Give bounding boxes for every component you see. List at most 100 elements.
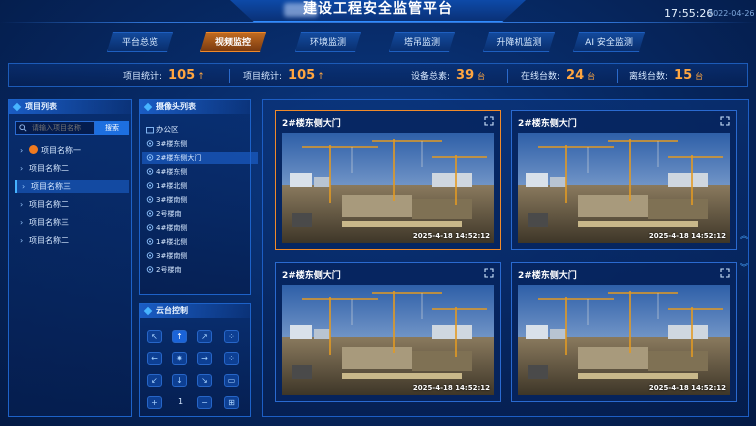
camera-item[interactable]: 4#楼东侧 (142, 166, 258, 178)
ptz-center-button[interactable]: ✷ (172, 352, 187, 365)
panel-header: 项目列表 (9, 100, 131, 114)
fullscreen-icon[interactable] (484, 116, 494, 126)
camera-group[interactable]: 办公区 (142, 124, 258, 136)
ptz-up-left-button[interactable]: ↖ (147, 330, 162, 343)
ptz-screen-icon[interactable]: ▭ (224, 374, 239, 387)
camera-label: 3#楼南侧 (156, 252, 188, 260)
fullscreen-icon[interactable] (720, 268, 730, 278)
zoom-out-button[interactable]: − (197, 396, 212, 409)
video-title: 2#楼东侧大门 (282, 271, 341, 281)
up-arrow-icon: ↑ (317, 72, 325, 82)
project-item[interactable]: › 项目名称二 (15, 234, 129, 247)
stat-value: 105 (288, 68, 316, 83)
date: 2022-04-26 (708, 9, 755, 18)
camera-item[interactable]: 2号楼南 (142, 264, 258, 276)
video-title: 2#楼东侧大门 (518, 271, 577, 281)
construction-site-image (518, 285, 730, 395)
video-tile[interactable]: 2#楼东侧大门 2025-4-18 14:52:12 (275, 110, 501, 250)
scroll-up-icon[interactable]: ︽ (739, 230, 749, 241)
camera-label: 3#楼东侧 (156, 140, 188, 148)
grid-layout-icon[interactable]: ⊞ (224, 396, 239, 409)
camera-item[interactable]: 1#楼北侧 (142, 180, 258, 192)
camera-group-label: 办公区 (156, 125, 179, 134)
camera-icon (146, 238, 154, 245)
search-button[interactable]: 搜索 (95, 121, 129, 135)
camera-label: 2号楼南 (156, 266, 182, 274)
camera-label: 4#楼南侧 (156, 224, 188, 232)
tab-crane[interactable]: 塔吊监测 (389, 32, 455, 52)
tab-environment[interactable]: 环境监测 (295, 32, 361, 52)
camera-item[interactable]: 4#楼南侧 (142, 222, 258, 234)
camera-icon (146, 252, 154, 259)
ptz-up-button[interactable]: ↑ (172, 330, 187, 343)
camera-item[interactable]: 2#楼东侧大门 (142, 152, 258, 164)
video-title: 2#楼东侧大门 (282, 119, 341, 129)
camera-item[interactable]: 2号楼南 (142, 208, 258, 220)
project-item[interactable]: › 项目名称三 (15, 216, 129, 229)
video-tile[interactable]: 2#楼东侧大门 2025-4-18 14:52:12 (511, 262, 737, 402)
construction-site-image (518, 133, 730, 243)
project-item[interactable]: › 项目名称一 (15, 144, 129, 157)
stat-unit: 台 (587, 72, 596, 81)
project-label: 项目名称三 (29, 218, 69, 227)
camera-label: 1#楼北侧 (156, 182, 188, 190)
project-panel: 项目列表 搜索 ›项目名称一 ›项目名称二 ›项目名称三 ›项目名称二 ›项目名… (8, 99, 132, 417)
divider (507, 69, 508, 83)
project-item[interactable]: › 项目名称二 (15, 198, 129, 211)
camera-icon (146, 224, 154, 231)
ptz-up-right-button[interactable]: ↗ (197, 330, 212, 343)
ptz-right-button[interactable]: → (197, 352, 212, 365)
zoom-value: 1 (178, 397, 184, 406)
zoom-in-button[interactable]: + (147, 396, 162, 409)
diamond-icon (143, 102, 153, 112)
camera-label: 4#楼东侧 (156, 168, 188, 176)
camera-label: 2#楼东侧大门 (156, 154, 202, 162)
divider (229, 69, 230, 83)
ptz-left-button[interactable]: ← (147, 352, 162, 365)
camera-icon (146, 266, 154, 273)
tab-ai-safety[interactable]: AI 安全监测 (573, 32, 645, 52)
chevron-right-icon: › (22, 182, 26, 191)
camera-item[interactable]: 1#楼北侧 (142, 236, 258, 248)
project-item[interactable]: › 项目名称二 (15, 162, 129, 175)
ptz-down-left-button[interactable]: ↙ (147, 374, 162, 387)
tab-elevator[interactable]: 升降机监测 (483, 32, 555, 52)
stat-offline: 离线台数: 15 台 (629, 64, 703, 88)
page-title: 建设工程安全监管平台 (303, 1, 453, 17)
camera-label: 2号楼南 (156, 210, 182, 218)
construction-site-image (282, 133, 494, 243)
camera-icon (146, 182, 154, 189)
chevron-right-icon: › (20, 236, 24, 245)
fullscreen-icon[interactable] (484, 268, 494, 278)
camera-icon (146, 168, 154, 175)
search-icon (19, 124, 27, 132)
video-tile[interactable]: 2#楼东侧大门 2025-4-18 14:52:12 (275, 262, 501, 402)
ptz-down-right-button[interactable]: ↘ (197, 374, 212, 387)
camera-item[interactable]: 3#楼南侧 (142, 250, 258, 262)
project-item[interactable]: › 项目名称三 (15, 180, 129, 193)
chevron-right-icon: › (20, 164, 24, 173)
tab-video[interactable]: 视频监控 (200, 32, 266, 52)
stat-label: 设备总素: (411, 72, 451, 82)
camera-icon (146, 154, 154, 161)
ptz-down-button[interactable]: ↓ (172, 374, 187, 387)
feed-timestamp: 2025-4-18 14:52:12 (648, 232, 726, 240)
camera-label: 1#楼北侧 (156, 238, 188, 246)
up-arrow-icon: ↑ (197, 72, 205, 82)
camera-item[interactable]: 3#楼东侧 (142, 138, 258, 150)
stat-unit: 台 (695, 72, 704, 81)
fullscreen-icon[interactable] (720, 116, 730, 126)
camera-item[interactable]: 3#楼南侧 (142, 194, 258, 206)
camera-label: 3#楼南侧 (156, 196, 188, 204)
project-label: 项目名称一 (41, 146, 81, 155)
scroll-down-icon[interactable]: ︾ (739, 262, 749, 273)
ptz-iris-icon[interactable]: ⁘ (224, 352, 239, 365)
project-label: 项目名称二 (29, 164, 69, 173)
ptz-focus-icon[interactable]: ⁘ (224, 330, 239, 343)
project-label: 项目名称二 (29, 200, 69, 209)
feed-timestamp: 2025-4-18 14:52:12 (648, 384, 726, 392)
panel-header: 摄像头列表 (140, 100, 250, 114)
video-tile[interactable]: 2#楼东侧大门 2025-4-18 14:52:12 (511, 110, 737, 250)
tab-overview[interactable]: 平台总览 (107, 32, 173, 52)
project-search-input[interactable] (15, 121, 95, 135)
